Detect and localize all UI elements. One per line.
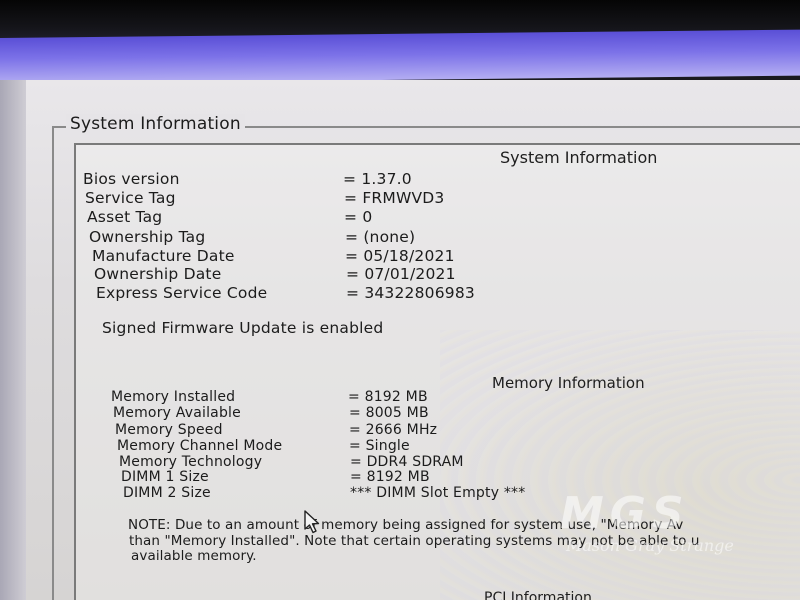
label-ownership-date: Ownership Date [94,265,222,283]
watermark-subtitle: Mason Gray Strange [566,536,734,555]
label-manufacture-date: Manufacture Date [92,247,235,265]
value-bios-version: = 1.37.0 [343,170,412,188]
screen-left-edge [0,80,26,600]
label-asset-tag: Asset Tag [87,208,163,226]
label-memory-technology: Memory Technology [119,454,263,470]
value-memory-installed: = 8192 MB [348,389,428,405]
label-memory-available: Memory Available [113,405,241,421]
value-ownership-tag: = (none) [345,228,416,246]
label-bios-version: Bios version [83,170,180,188]
value-asset-tag: = 0 [344,208,373,226]
watermark-logo: MGS [560,488,690,539]
memory-information-heading: Memory Information [492,374,645,392]
system-information-heading: System Information [500,148,658,167]
label-express-service-code: Express Service Code [96,284,268,302]
label-memory-installed: Memory Installed [111,389,236,405]
label-dimm-1-size: DIMM 1 Size [121,469,209,485]
label-service-tag: Service Tag [85,189,176,207]
value-service-tag: = FRMWVD3 [344,189,445,207]
label-memory-channel-mode: Memory Channel Mode [117,438,283,454]
value-dimm-2-size: *** DIMM Slot Empty *** [350,485,526,501]
window-title-band [0,29,800,84]
value-express-service-code: = 34322806983 [346,284,475,302]
label-memory-speed: Memory Speed [115,422,223,438]
signed-firmware-message: Signed Firmware Update is enabled [102,319,384,337]
mouse-pointer-icon [304,510,322,538]
value-memory-technology: = DDR4 SDRAM [350,454,464,470]
value-memory-speed: = 2666 MHz [349,422,438,438]
watermark: MGS Mason Gray Strange [560,488,800,558]
value-memory-available: = 8005 MB [349,405,429,421]
value-ownership-date: = 07/01/2021 [346,265,456,283]
value-dimm-1-size: = 8192 MB [350,469,430,485]
label-dimm-2-size: DIMM 2 Size [123,485,211,501]
pci-information-heading: PCI Information [484,590,592,600]
value-manufacture-date: = 05/18/2021 [345,247,455,265]
group-title: System Information [66,114,245,134]
memory-note-line-3: available memory. [131,548,257,564]
label-ownership-tag: Ownership Tag [89,228,206,246]
value-memory-channel-mode: = Single [349,438,410,454]
